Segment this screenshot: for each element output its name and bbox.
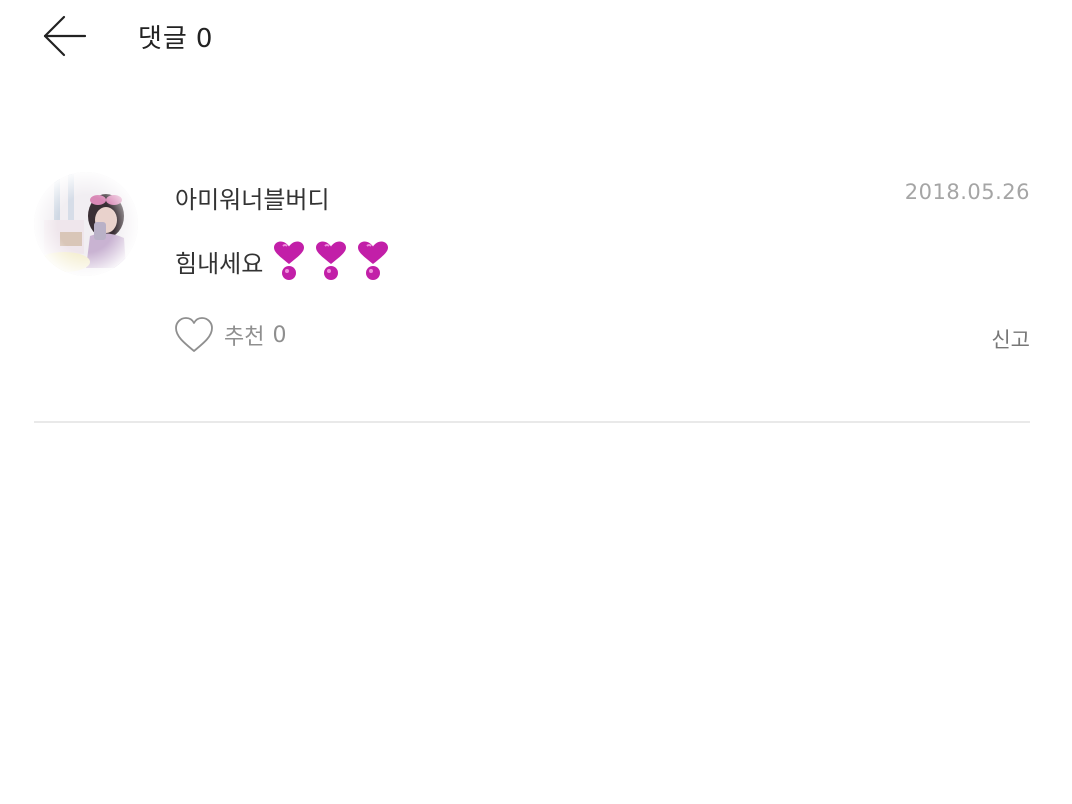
comment-count: 0 xyxy=(195,24,214,54)
like-label: 추천 xyxy=(224,325,265,350)
page-title-label: 댓글 xyxy=(138,24,188,54)
arrow-left-icon xyxy=(43,15,86,57)
page-title: 댓글 0 xyxy=(138,18,213,55)
comment-divider xyxy=(34,421,1030,423)
report-button[interactable]: 신고 xyxy=(991,324,1030,354)
like-count: 0 xyxy=(272,322,287,348)
comment-author[interactable]: 아미워너블버디 xyxy=(175,180,330,215)
heart-exclamation-icon xyxy=(269,240,309,282)
avatar[interactable] xyxy=(34,172,138,276)
like-button[interactable]: 추천 0 xyxy=(174,316,286,354)
avatar-image xyxy=(34,172,138,276)
heart-exclamation-icon xyxy=(353,240,393,282)
heart-outline-icon xyxy=(175,317,213,352)
heart-exclamation-icon xyxy=(311,240,351,282)
comment-date: 2018.05.26 xyxy=(904,180,1030,204)
comment-text: 힘내세요 xyxy=(175,249,264,278)
comment-body: 힘내세요 xyxy=(175,240,393,282)
back-button[interactable] xyxy=(36,10,92,62)
app-header: 댓글 0 xyxy=(0,0,1072,76)
comment-item: 아미워너블버디 2018.05.26 힘내세요 추천 0 신고 xyxy=(34,160,1030,422)
